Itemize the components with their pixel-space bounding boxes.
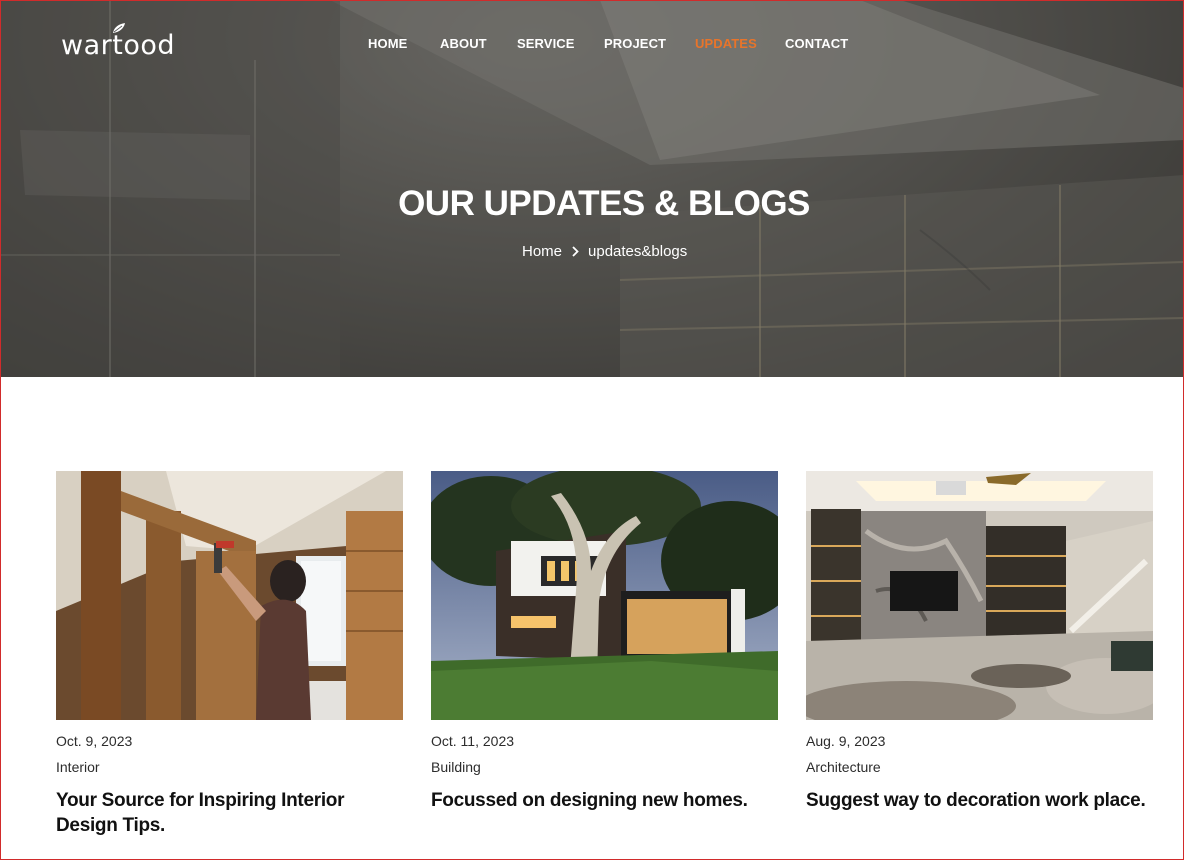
nav-service[interactable]: SERVICE xyxy=(517,36,575,51)
post-date: Oct. 9, 2023 xyxy=(56,733,133,749)
post-category[interactable]: Building xyxy=(431,759,481,775)
nav-home[interactable]: HOME xyxy=(368,36,407,51)
nav-contact[interactable]: CONTACT xyxy=(785,36,848,51)
blog-image-living-room xyxy=(806,471,1153,720)
blog-image-carpenter xyxy=(56,471,403,720)
post-date: Aug. 9, 2023 xyxy=(806,733,886,749)
post-category[interactable]: Architecture xyxy=(806,759,881,775)
chevron-right-icon xyxy=(572,245,579,257)
blog-image-modern-house xyxy=(431,471,778,720)
breadcrumb-home-link[interactable]: Home xyxy=(522,243,562,260)
breadcrumb-current: updates&blogs xyxy=(588,242,688,260)
blog-card: Aug. 9, 2023 Architecture Suggest way to… xyxy=(806,471,1153,811)
hero-banner: wartood HOME ABOUT SERVICE PROJECT UPDAT… xyxy=(0,0,1184,377)
blog-card: Oct. 11, 2023 Building Focussed on desig… xyxy=(431,471,778,811)
post-date: Oct. 11, 2023 xyxy=(431,733,515,749)
logo-text: wartood xyxy=(61,30,175,61)
nav-project[interactable]: PROJECT xyxy=(604,36,666,51)
blog-card: Oct. 9, 2023 Interior Your Source for In… xyxy=(56,471,403,836)
post-title[interactable]: Your Source for Inspiring Interior Desig… xyxy=(56,788,403,838)
blog-card-image-link[interactable] xyxy=(431,471,778,720)
post-title[interactable]: Suggest way to decoration work place. xyxy=(806,788,1153,813)
blog-card-image-link[interactable] xyxy=(806,471,1153,720)
breadcrumb: Home updates&blogs xyxy=(522,241,687,261)
nav-about[interactable]: ABOUT xyxy=(440,36,487,51)
post-title[interactable]: Focussed on designing new homes. xyxy=(431,788,778,813)
site-logo[interactable]: wartood xyxy=(61,23,175,61)
page-title: OUR UPDATES & BLOGS xyxy=(398,184,810,223)
blog-card-image-link[interactable] xyxy=(56,471,403,720)
post-category[interactable]: Interior xyxy=(56,759,100,775)
leaf-icon xyxy=(113,23,125,33)
nav-updates[interactable]: UPDATES xyxy=(695,36,757,51)
